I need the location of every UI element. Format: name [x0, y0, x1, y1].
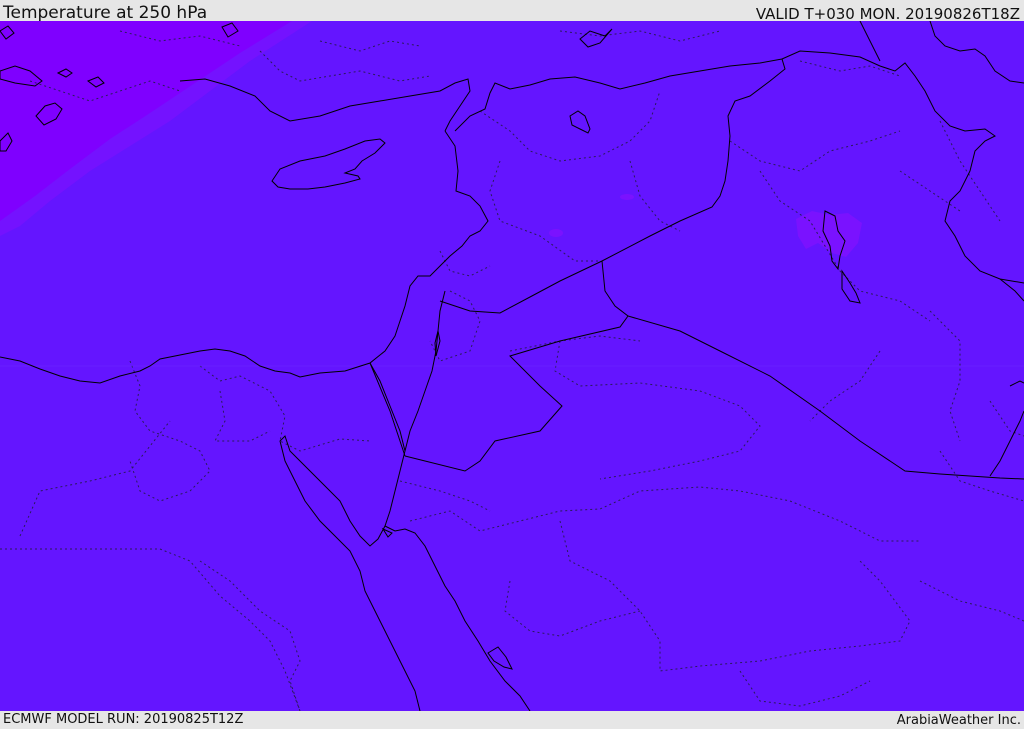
map-title: Temperature at 250 hPa: [3, 3, 208, 23]
weather-map[interactable]: [0, 21, 1024, 711]
model-run-label: ECMWF MODEL RUN: 20190825T12Z: [3, 712, 244, 727]
map-canvas: [0, 21, 1024, 711]
temperature-patch-small-2: [549, 229, 563, 237]
footer-bar: ECMWF MODEL RUN: 20190825T12Z ArabiaWeat…: [0, 711, 1024, 729]
temperature-patch-small-1: [620, 194, 634, 200]
header-bar: Temperature at 250 hPa VALID T+030 MON. …: [0, 0, 1024, 23]
credit-label: ArabiaWeather Inc.: [896, 713, 1021, 728]
